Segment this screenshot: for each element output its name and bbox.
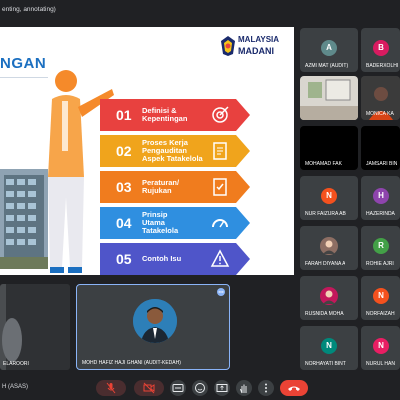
- participant-name: NORHAYATI BINT: [305, 361, 346, 367]
- participant-avatar: N: [373, 288, 389, 304]
- self-tile-name: ELAROORI: [3, 361, 29, 367]
- logo-line2: MADANI: [238, 46, 274, 56]
- more-options-button[interactable]: [258, 380, 274, 396]
- agenda-step-2: 02 Proses Kerja Pengauditan Aspek Tatakelo…: [100, 135, 250, 167]
- more-options-icon[interactable]: [217, 288, 225, 296]
- mic-off-icon: [106, 382, 116, 394]
- gauge-icon: [212, 219, 228, 228]
- participant-avatar: N: [321, 338, 337, 354]
- participant-name: NURUL HAN: [366, 361, 395, 367]
- participant-tile[interactable]: A AZMI MAT (AUDIT): [300, 28, 358, 72]
- active-speaker-tile[interactable]: MOHD HAFIZ HAJI GHANI (AUDIT-KEDAH): [76, 284, 230, 370]
- participant-avatar: R: [373, 238, 389, 254]
- participant-name: JAMSARI BIN: [366, 161, 398, 167]
- participant-tile[interactable]: N NURUL HAN: [361, 326, 400, 370]
- participant-name: ROHIE AJRI: [366, 261, 394, 267]
- participant-avatar: N: [373, 338, 389, 354]
- participant-tile[interactable]: JAMSARI BIN: [361, 126, 400, 170]
- self-view-tile[interactable]: ELAROORI: [0, 284, 70, 370]
- step-label: Proses Kerja Pengauditan Aspek Tatakelola: [142, 138, 203, 163]
- checklist-icon: [213, 178, 227, 196]
- logo-mark-icon: [221, 36, 235, 56]
- speaker-portrait-icon: [133, 299, 177, 343]
- participant-tile[interactable]: [300, 76, 358, 120]
- step-label: Peraturan/Rujukan: [142, 178, 180, 195]
- raise-hand-icon: [240, 384, 247, 394]
- status-text: enting, annotating): [2, 6, 56, 13]
- agenda-step-4: 04 Prinsip Utama Tatakelola: [100, 207, 250, 239]
- step-number: 02: [116, 143, 132, 159]
- reactions-button[interactable]: [192, 380, 208, 396]
- participant-tile[interactable]: N NUR FAIZURA AB: [300, 176, 358, 220]
- my-name-label: H (ASAS): [2, 384, 29, 390]
- participant-avatar: B: [373, 40, 389, 56]
- participant-avatar: H: [373, 188, 389, 204]
- step-label: Contoh Isu: [142, 254, 182, 263]
- top-bar: enting, annotating): [0, 0, 400, 22]
- speaker-name: MOHD HAFIZ HAJI GHANI (AUDIT-KEDAH): [82, 360, 181, 366]
- participant-tile[interactable]: N NORFAIZAH: [361, 276, 400, 320]
- participant-photo-icon: [320, 237, 338, 255]
- participant-name: HAZERINDA: [366, 211, 395, 217]
- participant-tile[interactable]: MOHAMAD FAK: [300, 126, 358, 170]
- mic-toggle-button[interactable]: [96, 380, 126, 396]
- self-video-icon: [0, 284, 70, 370]
- end-call-button[interactable]: [280, 380, 308, 396]
- document-icon: [213, 142, 227, 160]
- camera-toggle-button[interactable]: [134, 380, 164, 396]
- participant-name: MOHAMAD FAK: [305, 161, 342, 167]
- warning-icon: [210, 249, 230, 267]
- step-label: Definisi & Kepentingan: [142, 106, 188, 123]
- raise-hand-button[interactable]: [236, 380, 252, 396]
- present-button[interactable]: [214, 380, 230, 396]
- logo-line1: MALAYSIA: [238, 35, 280, 44]
- agenda-step-1: 01 Definisi & Kepentingan: [100, 99, 250, 131]
- step-number: 05: [116, 251, 132, 267]
- participant-photo-icon: [320, 287, 338, 305]
- participant-tile[interactable]: B BADERXOLHI: [361, 28, 400, 72]
- participant-tile[interactable]: R ROHIE AJRI: [361, 226, 400, 270]
- participant-tile[interactable]: N NORHAYATI BINT: [300, 326, 358, 370]
- participant-avatar: N: [321, 188, 337, 204]
- participant-tile[interactable]: RUSNIDA MOHA: [300, 276, 358, 320]
- step-number: 01: [116, 107, 132, 123]
- participant-name: FARAH DIYANA A: [305, 261, 346, 267]
- participant-name: RUSNIDA MOHA: [305, 311, 344, 317]
- agenda-step-3: 03 Peraturan/Rujukan: [100, 171, 250, 203]
- participant-name: MONICA KA: [366, 111, 394, 117]
- end-call-icon: [288, 386, 300, 391]
- target-icon: [212, 106, 229, 123]
- step-number: 04: [116, 215, 132, 231]
- step-label: Prinsip Utama Tatakelola: [142, 210, 179, 235]
- participant-name: NORFAIZAH: [366, 311, 395, 317]
- present-icon: [216, 384, 228, 392]
- participant-name: BADERXOLHI: [366, 63, 399, 69]
- call-controls-bar: H (ASAS): [0, 376, 400, 400]
- camera-off-icon: [143, 382, 155, 394]
- malaysia-madani-logo: MALAYSIA MADANI: [218, 33, 290, 61]
- captions-button[interactable]: [170, 380, 186, 396]
- participant-tile[interactable]: H HAZERINDA: [361, 176, 400, 220]
- speaker-avatar: [133, 299, 177, 343]
- participant-name: AZMI MAT (AUDIT): [305, 63, 349, 69]
- participant-name: NUR FAIZURA AB: [305, 211, 346, 217]
- participant-video-icon: [300, 76, 358, 120]
- agenda-step-5: 05 Contoh Isu: [100, 243, 250, 275]
- more-icon: [265, 383, 267, 393]
- participant-tile[interactable]: MONICA KA: [361, 76, 400, 120]
- emoji-icon: [195, 383, 205, 393]
- captions-icon: [172, 384, 184, 392]
- shared-slide: NGAN MALAYSIA MADANI 01 Definisi & Kepen…: [0, 27, 294, 275]
- participant-avatar: A: [321, 40, 337, 56]
- step-number: 03: [116, 179, 132, 195]
- participant-tile[interactable]: FARAH DIYANA A: [300, 226, 358, 270]
